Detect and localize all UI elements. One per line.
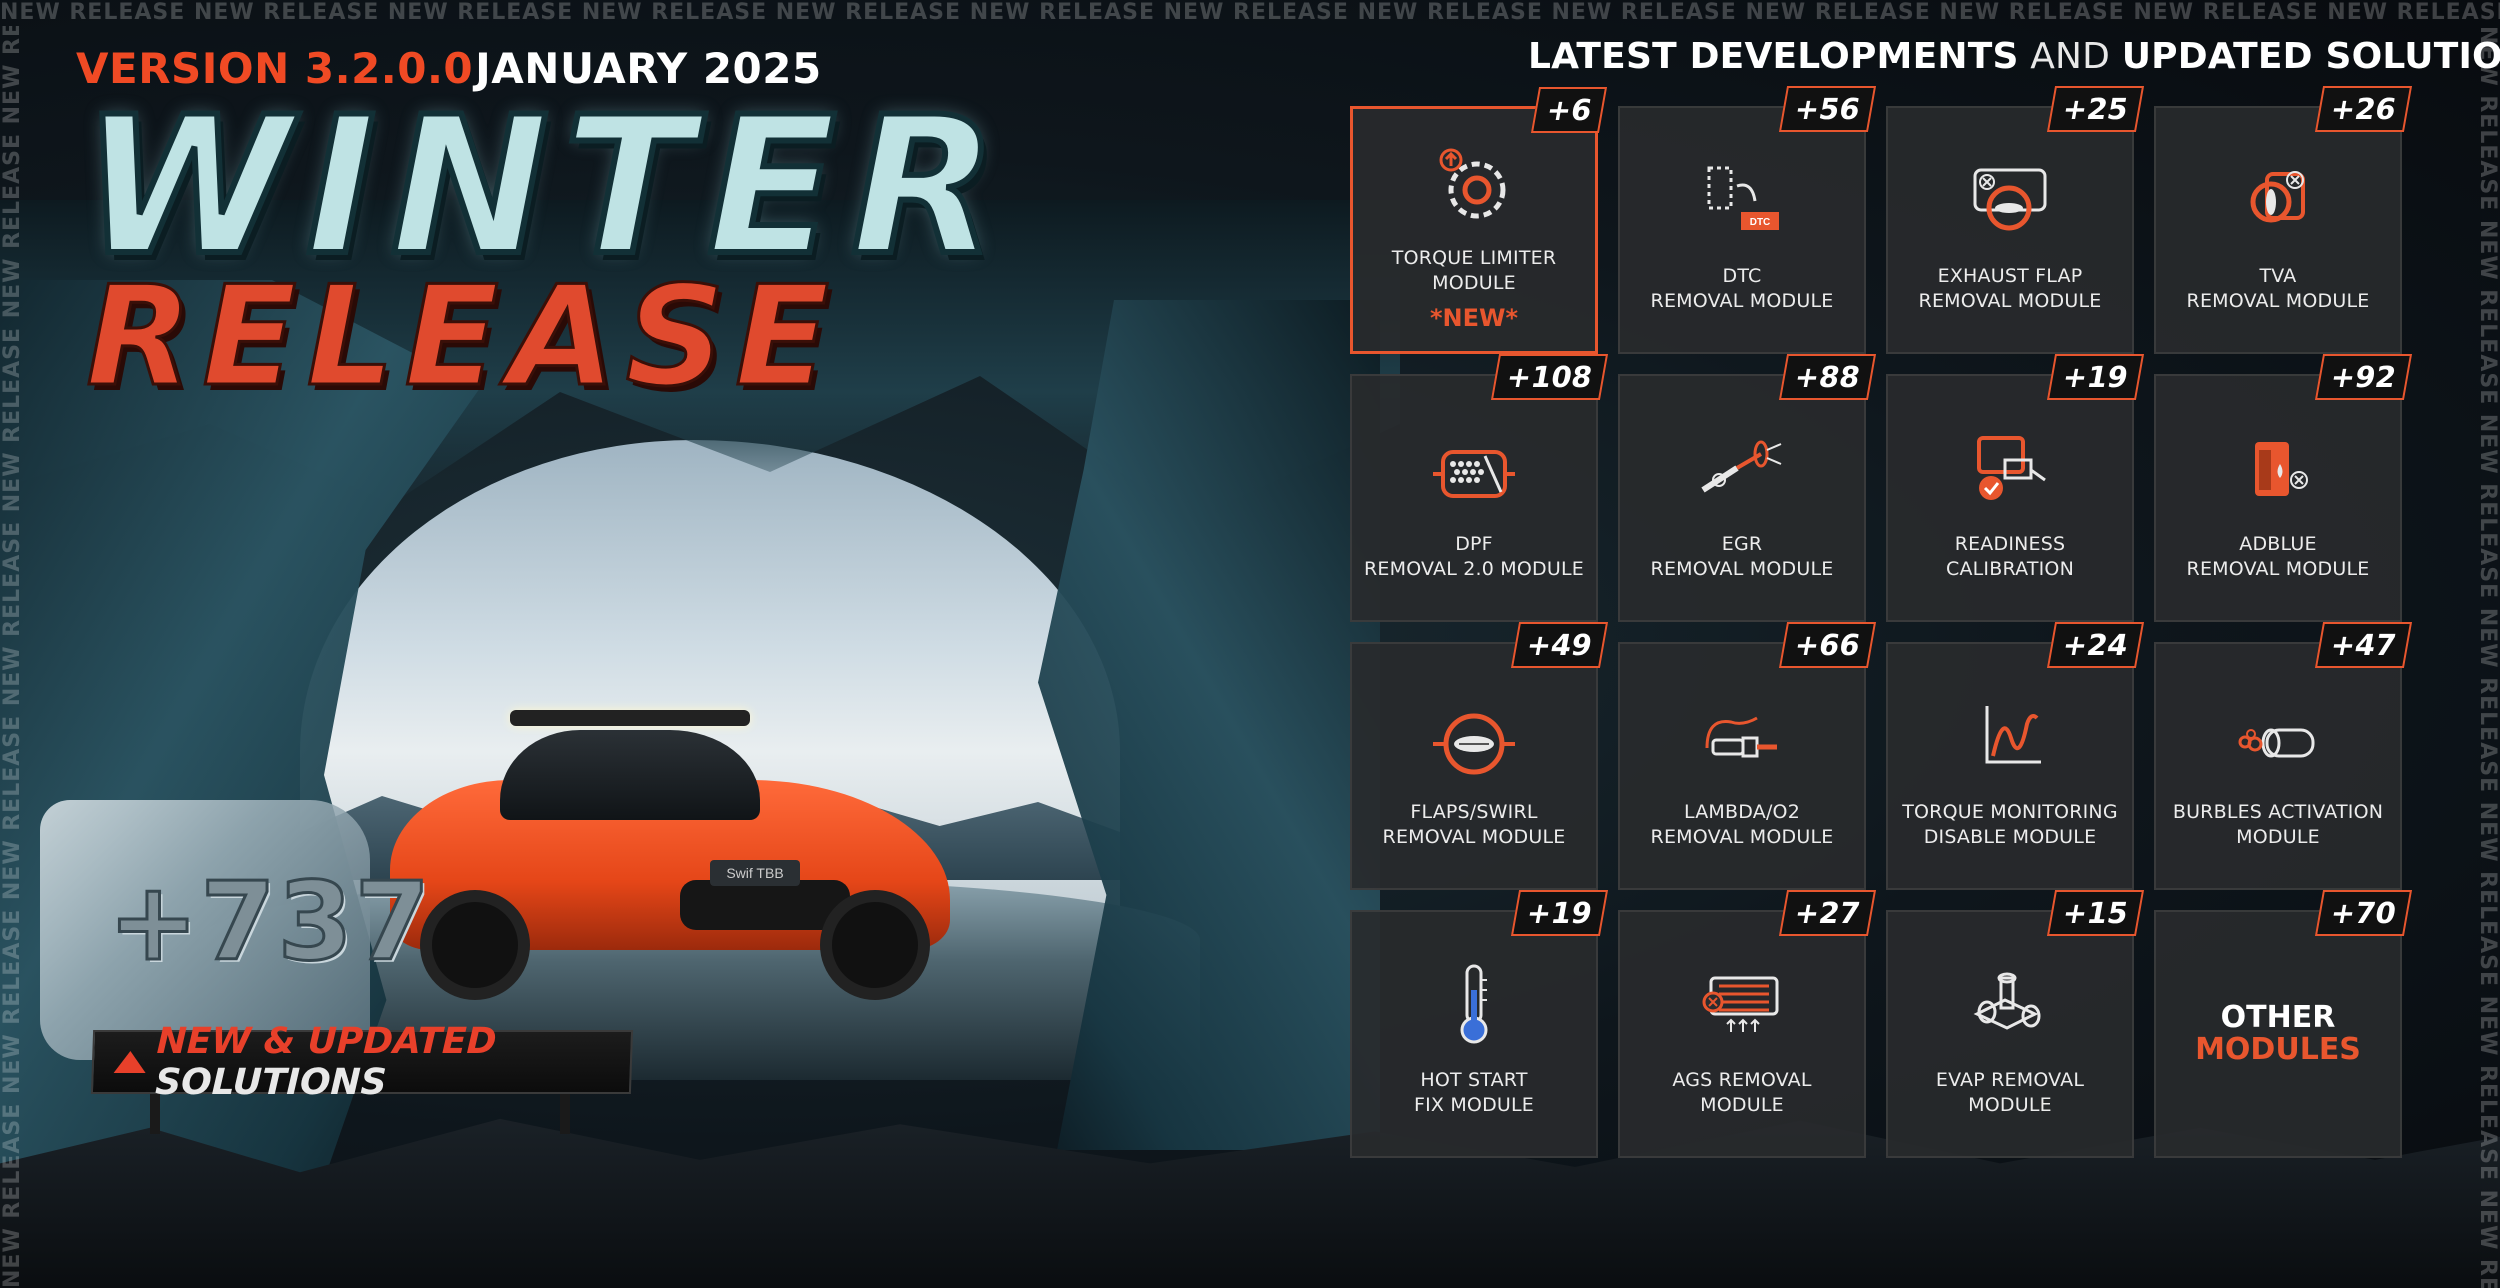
count-badge: +56 (1779, 86, 1877, 132)
count-badge: +15 (2047, 890, 2145, 936)
heading-part-2: AND (2018, 36, 2122, 77)
module-card-dpf[interactable]: +108 DPF REMOVAL 2.0 MODULE (1350, 354, 1609, 622)
readiness-icon (1977, 436, 2046, 500)
dpf-icon (1433, 450, 1515, 498)
module-card-hot-start[interactable]: +19 HOT START FIX MODULE (1350, 890, 1609, 1158)
count-badge: +24 (2047, 622, 2145, 668)
border-left-text: NEW RELEASE NEW RELEASE NEW RELEASE NEW … (0, 26, 26, 1288)
module-label: TVA REMOVAL MODULE (2186, 265, 2370, 312)
heading-part-1: LATEST DEVELOPMENTS (1528, 36, 2019, 77)
count-badge: +49 (1511, 622, 1609, 668)
module-label: EGR REMOVAL MODULE (1650, 533, 1834, 580)
other-label-line-2: MODULES (2195, 1032, 2361, 1067)
car-cabin (500, 730, 760, 820)
other-label-line-1: OTHER (2220, 1000, 2336, 1035)
count-badge: +26 (2315, 86, 2413, 132)
lambda-icon (1705, 716, 1777, 758)
module-label: FLAPS/SWIRL REMOVAL MODULE (1382, 801, 1566, 848)
module-label: TORQUE LIMITER MODULE (1391, 247, 1557, 294)
module-label: EVAP REMOVAL MODULE (1935, 1069, 2085, 1116)
sign-text-rest: SOLUTIONS (154, 1062, 388, 1103)
title-release: RELEASE (85, 256, 840, 417)
module-card-tva[interactable]: +26 TVA REMOVAL MODULE (2154, 86, 2413, 354)
count-badge: +25 (2047, 86, 2145, 132)
count-badge: +108 (1491, 354, 1609, 400)
module-label: HOT START FIX MODULE (1413, 1069, 1535, 1116)
evap-icon (1973, 972, 2041, 1030)
adblue-icon (2255, 442, 2308, 496)
module-card-readiness[interactable]: +19 READINESS CALIBRATION (1886, 354, 2145, 622)
new-tag: *NEW* (1429, 304, 1519, 332)
module-card-other[interactable]: +70 OTHER MODULES (2154, 890, 2413, 1158)
border-right-text: NEW RELEASE NEW RELEASE NEW RELEASE NEW … (2474, 26, 2500, 1288)
module-label: BURBLES ACTIVATION MODULE (2172, 801, 2384, 848)
thermometer-icon (1460, 964, 1488, 1044)
burbles-icon (2238, 728, 2315, 758)
sports-car-image: Swif TBB (390, 710, 950, 1010)
total-count: +737 (107, 859, 432, 987)
module-card-egr[interactable]: +88 EGR REMOVAL MODULE (1618, 354, 1877, 622)
module-label: TORQUE MONITORING DISABLE MODULE (1902, 801, 2118, 848)
module-card-adblue[interactable]: +92 ADBLUE REMOVAL MODULE (2154, 354, 2413, 622)
count-badge: +47 (2315, 622, 2413, 668)
ags-icon (1702, 976, 1779, 1032)
solutions-sign: NEW & UPDATED SOLUTIONS (90, 1021, 634, 1103)
module-card-flaps-swirl[interactable]: +49 FLAPS/SWIRL REMOVAL MODULE (1350, 622, 1609, 890)
license-plate: Swif TBB (710, 860, 800, 886)
count-badge: +66 (1779, 622, 1877, 668)
heading-part-3: UPDATED SOLUTIONS (2121, 36, 2500, 77)
exhaust-flap-icon (1973, 168, 2047, 231)
module-label: DTC REMOVAL MODULE (1650, 265, 1834, 312)
count-badge: +27 (1779, 890, 1877, 936)
border-top-text: NEW RELEASE NEW RELEASE NEW RELEASE NEW … (0, 0, 2500, 25)
count-badge: +6 (1530, 87, 1608, 133)
module-card-torque-monitoring[interactable]: +24 TORQUE MONITORING DISABLE MODULE (1886, 622, 2145, 890)
count-badge: +19 (2047, 354, 2145, 400)
module-card-evap[interactable]: +15 EVAP REMOVAL MODULE (1886, 890, 2145, 1158)
module-card-exhaust-flap[interactable]: +25 EXHAUST FLAP REMOVAL MODULE (1886, 86, 2145, 354)
module-card-torque-limiter[interactable]: +6 TORQUE LIMITER MODULE *NEW* (1350, 87, 1608, 354)
module-card-lambda[interactable]: +66 LAMBDA/O2 REMOVAL MODULE (1618, 622, 1877, 890)
count-badge: +19 (1511, 890, 1609, 936)
module-card-ags[interactable]: +27 AGS REMOVAL MODULE (1618, 890, 1877, 1158)
panel-heading: LATEST DEVELOPMENTS AND UPDATED SOLUTION… (1528, 36, 2500, 77)
border-left: NEW RELEASE NEW RELEASE NEW RELEASE NEW … (0, 26, 26, 1288)
torque-monitoring-icon (1985, 706, 2041, 764)
tva-icon (2250, 171, 2305, 223)
svg-text:DTC: DTC (1750, 217, 1771, 228)
dtc-icon: DTC (1707, 166, 1779, 230)
count-badge: +70 (2315, 890, 2413, 936)
egr-icon (1701, 440, 1782, 493)
module-label: AGS REMOVAL MODULE (1672, 1069, 1812, 1116)
sign-text-highlight: NEW & UPDATED (156, 1021, 498, 1062)
modules-grid: +6 TORQUE LIMITER MODULE *NEW* +56 DTC D… (1350, 86, 2413, 1158)
count-badge: +92 (2315, 354, 2413, 400)
module-label: EXHAUST FLAP REMOVAL MODULE (1918, 265, 2102, 312)
flaps-swirl-icon (1433, 713, 1515, 775)
module-label: ADBLUE REMOVAL MODULE (2186, 533, 2370, 580)
warning-triangle-icon (113, 1051, 147, 1073)
module-label: LAMBDA/O2 REMOVAL MODULE (1650, 801, 1834, 848)
torque-limiter-icon (1439, 148, 1506, 219)
border-right: NEW RELEASE NEW RELEASE NEW RELEASE NEW … (2474, 26, 2500, 1288)
title-winter: WINTER (79, 76, 1011, 297)
car-wheel-rear (420, 890, 530, 1000)
count-badge: +88 (1779, 354, 1877, 400)
module-label: READINESS CALIBRATION (1945, 533, 2075, 580)
module-card-burbles[interactable]: +47 BURBLES ACTIVATION MODULE (2154, 622, 2413, 890)
module-card-dtc[interactable]: +56 DTC DTC REMOVAL MODULE (1618, 86, 1877, 354)
car-wheel-front (820, 890, 930, 1000)
module-label: DPF REMOVAL 2.0 MODULE (1364, 533, 1584, 580)
roof-light-bar (510, 710, 750, 726)
sign-text: NEW & UPDATED SOLUTIONS (155, 1021, 632, 1103)
